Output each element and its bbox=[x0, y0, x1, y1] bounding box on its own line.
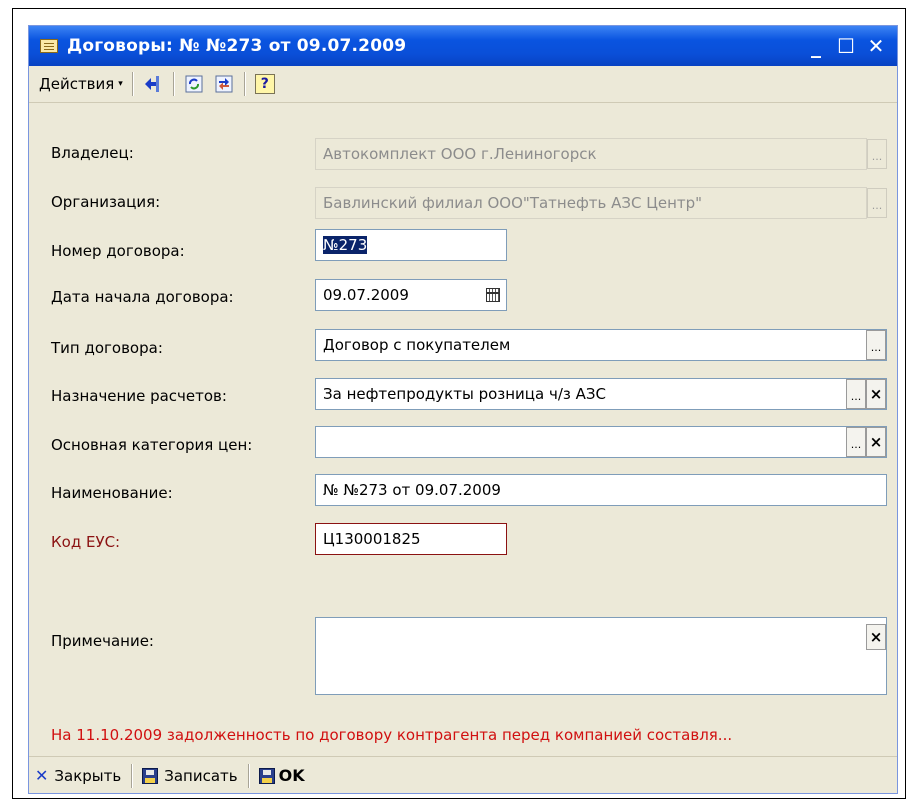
eus-code-label: Код ЕУС: bbox=[51, 533, 121, 551]
name-label: Наименование: bbox=[51, 484, 173, 502]
eus-code-input[interactable]: Ц130001825 bbox=[315, 523, 507, 555]
organization-field: Бавлинский филиал ООО"Татнефть АЗС Центр… bbox=[315, 187, 867, 219]
start-date-label: Дата начала договора: bbox=[51, 288, 234, 306]
contract-type-select-button[interactable]: ... bbox=[866, 330, 886, 360]
document-icon bbox=[39, 37, 59, 55]
owner-field: Автокомплект ООО г.Лениногорск bbox=[315, 138, 867, 170]
settlement-purpose-clear-button[interactable]: × bbox=[866, 379, 886, 409]
note-label: Примечание: bbox=[51, 632, 154, 650]
bottom-bar: ✕ Закрыть Записать OK bbox=[29, 756, 897, 794]
close-icon: ✕ bbox=[35, 766, 49, 785]
price-category-field[interactable] bbox=[315, 426, 887, 458]
close-button-label: Закрыть bbox=[54, 766, 122, 785]
toolbar: Действия ▾ ? bbox=[29, 66, 897, 103]
price-category-clear-button[interactable]: × bbox=[866, 427, 886, 457]
organization-select-button: ... bbox=[867, 188, 887, 218]
owner-select-button: ... bbox=[867, 139, 887, 169]
price-category-label: Основная категория цен: bbox=[51, 436, 253, 454]
chevron-down-icon: ▾ bbox=[118, 79, 123, 89]
price-category-select-button[interactable]: ... bbox=[846, 427, 866, 457]
title-bar[interactable]: Договоры: № №273 от 09.07.2009 _ ☐ ✕ bbox=[29, 26, 897, 66]
maximize-button[interactable]: ☐ bbox=[831, 32, 861, 60]
bottom-divider bbox=[131, 763, 133, 788]
contract-type-field[interactable]: Договор с покупателем bbox=[315, 329, 887, 361]
contract-number-input[interactable]: №273 bbox=[315, 229, 507, 261]
settlement-purpose-field[interactable]: За нефтепродукты розница ч/з АЗС bbox=[315, 378, 887, 410]
save-button-label: Записать bbox=[164, 766, 238, 785]
toolbar-divider bbox=[172, 72, 174, 96]
owner-label: Владелец: bbox=[51, 144, 134, 162]
organization-label: Организация: bbox=[51, 193, 161, 211]
save-and-close-icon bbox=[258, 767, 275, 784]
refresh-button[interactable] bbox=[182, 72, 206, 96]
window-controls: _ ☐ ✕ bbox=[801, 32, 891, 60]
debt-warning-text: На 11.10.2009 задолженность по договору … bbox=[51, 726, 733, 744]
actions-menu-button[interactable]: Действия ▾ bbox=[35, 72, 127, 96]
bottom-divider bbox=[247, 763, 249, 788]
toolbar-divider bbox=[243, 72, 245, 96]
note-clear-button[interactable]: × bbox=[866, 624, 886, 650]
arrow-left-icon bbox=[144, 76, 159, 92]
calendar-button[interactable] bbox=[483, 284, 503, 306]
note-textarea[interactable] bbox=[315, 617, 887, 695]
contract-type-label: Тип договора: bbox=[51, 339, 163, 357]
ok-button[interactable]: OK bbox=[253, 763, 311, 788]
window-title: Договоры: № №273 от 09.07.2009 bbox=[67, 36, 407, 56]
help-icon: ? bbox=[254, 74, 275, 94]
switch-icon bbox=[215, 75, 233, 93]
calendar-icon bbox=[486, 288, 500, 302]
close-button[interactable]: ✕ Закрыть bbox=[29, 763, 127, 788]
start-date-input[interactable]: 09.07.2009 bbox=[315, 279, 507, 311]
contract-number-label: Номер договора: bbox=[51, 242, 185, 260]
settlement-purpose-label: Назначение расчетов: bbox=[51, 387, 227, 405]
settlement-purpose-select-button[interactable]: ... bbox=[846, 379, 866, 409]
ok-button-label: OK bbox=[278, 766, 305, 785]
refresh-icon bbox=[185, 75, 203, 93]
name-input[interactable]: № №273 от 09.07.2009 bbox=[315, 474, 887, 506]
close-window-button[interactable]: ✕ bbox=[861, 32, 891, 60]
help-button[interactable]: ? bbox=[253, 72, 277, 96]
actions-label: Действия bbox=[39, 75, 115, 93]
contract-number-value: №273 bbox=[323, 236, 368, 254]
toolbar-divider bbox=[131, 72, 133, 96]
contract-window: Договоры: № №273 от 09.07.2009 _ ☐ ✕ Дей… bbox=[28, 25, 898, 794]
back-button[interactable] bbox=[141, 72, 165, 96]
switch-button[interactable] bbox=[212, 72, 236, 96]
save-button[interactable]: Записать bbox=[136, 764, 243, 788]
floppy-disk-icon bbox=[142, 767, 159, 784]
minimize-button[interactable]: _ bbox=[801, 32, 831, 60]
